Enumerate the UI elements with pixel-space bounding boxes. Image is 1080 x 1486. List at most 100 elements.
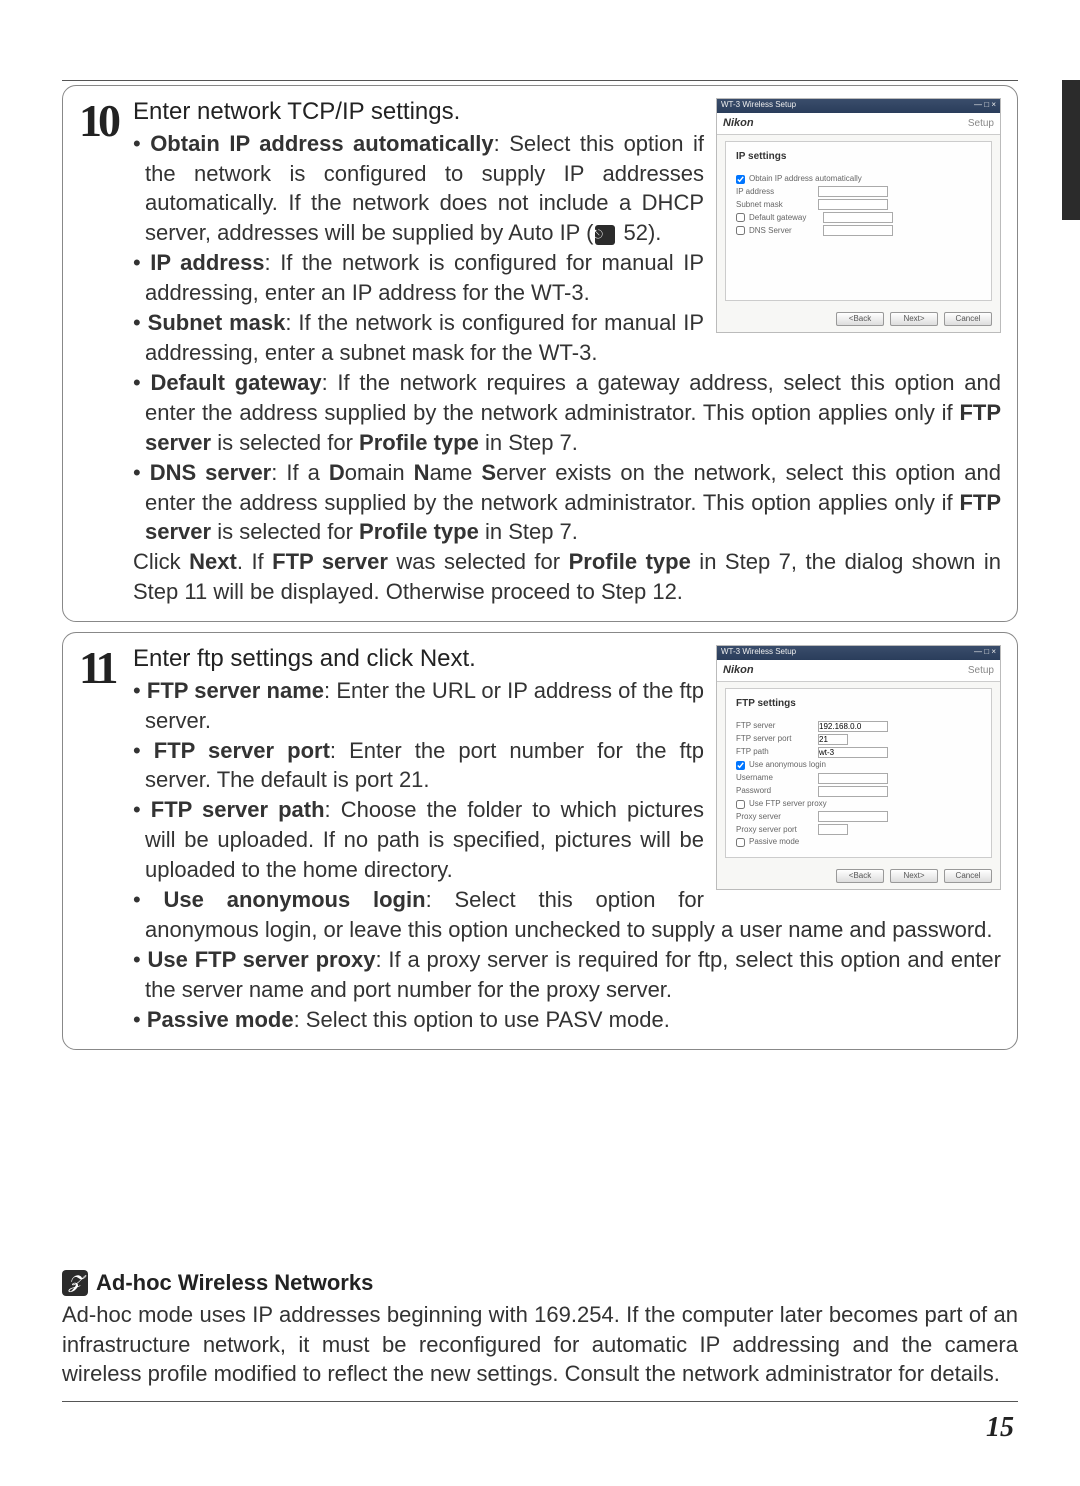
obtain-ip-label: Obtain IP address automatically (749, 174, 862, 185)
proxy-label-text: Use FTP server proxy (148, 947, 376, 972)
subnet-label-text: Subnet mask (148, 310, 286, 335)
dns-a: : If a (271, 460, 329, 485)
user-label: Username (736, 773, 818, 784)
step-11-lead-a: Enter ftp settings and click (133, 645, 420, 672)
manual-page: 10 WT-3 Wireless Setup — □ × Nikon Setup… (0, 0, 1080, 1474)
step-10-lead: Enter network TCP/IP settings. (133, 98, 460, 125)
dns-input[interactable] (823, 225, 893, 236)
passive-label-text: Passive mode (147, 1007, 294, 1032)
dialog-titlebar: WT-3 Wireless Setup — □ × (717, 99, 1000, 113)
dialog-titlebar: WT-3 Wireless Setup — □ × (717, 646, 1000, 660)
dns-c: ame (430, 460, 482, 485)
ftp-name-label: FTP server name (147, 678, 324, 703)
page-ref-icon: ⎋ (595, 225, 615, 245)
step-10-box: 10 WT-3 Wireless Setup — □ × Nikon Setup… (62, 85, 1018, 622)
after-d: FTP server (272, 549, 388, 574)
after-c: . If (237, 549, 272, 574)
user-input[interactable] (818, 773, 888, 784)
next-button[interactable]: Next> (890, 312, 938, 326)
ip-label-text: IP address (150, 250, 264, 275)
dns-label: DNS Server (749, 226, 823, 237)
note-heading-text: Ad-hoc Wireless Networks (96, 1270, 373, 1296)
pport-label: Proxy server port (736, 825, 818, 836)
cancel-button[interactable]: Cancel (944, 312, 992, 326)
step-11-body: WT-3 Wireless Setup — □ × Nikon Setup FT… (133, 643, 1001, 1035)
ftp-server-input[interactable] (818, 721, 888, 732)
subnet-label: Subnet mask (736, 200, 818, 211)
after-a: Click (133, 549, 189, 574)
dns-label-text: DNS server (150, 460, 272, 485)
step-11-lead-c: . (469, 645, 476, 672)
ftp-path-label-text: FTP server path (151, 797, 325, 822)
step-11-box: 11 WT-3 Wireless Setup — □ × Nikon Setup… (62, 632, 1018, 1050)
step-10-body: WT-3 Wireless Setup — □ × Nikon Setup IP… (133, 96, 1001, 607)
ftp-settings-dialog: WT-3 Wireless Setup — □ × Nikon Setup FT… (716, 645, 1001, 890)
note-icon: 𝓩 (62, 1270, 88, 1296)
pass-input[interactable] (818, 786, 888, 797)
back-button[interactable]: <Back (836, 312, 884, 326)
dialog-title: WT-3 Wireless Setup (721, 647, 796, 659)
dns-N: N (414, 460, 430, 485)
setup-label: Setup (968, 117, 994, 131)
window-controls: — □ × (974, 100, 996, 112)
passive-checkbox[interactable] (736, 838, 745, 847)
top-rule (62, 80, 1018, 81)
proxy-label: Use FTP server proxy (749, 799, 827, 810)
step-number-10: 10 (79, 96, 133, 144)
after-e: was selected for (388, 549, 569, 574)
gateway-label-text: Default gateway (150, 370, 321, 395)
dns-D: D (329, 460, 345, 485)
dialog-panel: FTP settings FTP server FTP server port … (725, 688, 992, 858)
after-b: Next (189, 549, 237, 574)
panel-heading: IP settings (736, 150, 981, 164)
ip-settings-dialog: WT-3 Wireless Setup — □ × Nikon Setup IP… (716, 98, 1001, 333)
brand-logo: Nikon (723, 116, 754, 131)
bullet-anon: Use anonymous login: Select this option … (133, 885, 1001, 945)
after-f: Profile type (569, 549, 691, 574)
dns-checkbox[interactable] (736, 226, 745, 235)
passive-text: : Select this option to use PASV mode. (294, 1007, 670, 1032)
window-controls: — □ × (974, 647, 996, 659)
pport-input[interactable] (818, 824, 848, 835)
dialog-title: WT-3 Wireless Setup (721, 100, 796, 112)
adhoc-note: 𝓩 Ad-hoc Wireless Networks Ad-hoc mode u… (62, 1270, 1018, 1390)
subnet-input[interactable] (818, 199, 888, 210)
brand-logo: Nikon (723, 663, 754, 678)
obtain-ip-checkbox[interactable] (736, 175, 745, 184)
gateway-b2: Profile type (359, 430, 479, 455)
gateway-checkbox[interactable] (736, 213, 745, 222)
ftp-port-input[interactable] (818, 734, 848, 745)
page-number: 15 (62, 1412, 1018, 1444)
obtain-label: Obtain IP address automatically (150, 131, 493, 156)
bullet-proxy: Use FTP server proxy: If a proxy server … (133, 945, 1001, 1005)
ftp-port-label: FTP server port (736, 734, 818, 745)
dns-S: S (481, 460, 496, 485)
back-button[interactable]: <Back (836, 869, 884, 883)
next-button[interactable]: Next> (890, 869, 938, 883)
proxy-checkbox[interactable] (736, 800, 745, 809)
bullet-gateway: Default gateway: If the network requires… (133, 368, 1001, 458)
bottom-rule (62, 1401, 1018, 1402)
panel-heading: FTP settings (736, 697, 981, 711)
ftp-path-label: FTP path (736, 747, 818, 758)
dialog-panel: IP settings Obtain IP address automatica… (725, 141, 992, 301)
pserver-input[interactable] (818, 811, 888, 822)
gateway-input[interactable] (823, 212, 893, 223)
passive-label: Passive mode (749, 837, 799, 848)
ftp-path-input[interactable] (818, 747, 888, 758)
dialog-brand-row: Nikon Setup (717, 660, 1000, 682)
pass-label: Password (736, 786, 818, 797)
ip-label: IP address (736, 187, 818, 198)
ftp-server-label: FTP server (736, 721, 818, 732)
pserver-label: Proxy server (736, 812, 818, 823)
gateway-label: Default gateway (749, 213, 823, 224)
gateway-mid: is selected for (211, 430, 359, 455)
cancel-button[interactable]: Cancel (944, 869, 992, 883)
ip-input[interactable] (818, 186, 888, 197)
setup-label: Setup (968, 664, 994, 678)
anon-checkbox[interactable] (736, 761, 745, 770)
step-11-lead-b: Next (420, 645, 469, 672)
dialog-brand-row: Nikon Setup (717, 113, 1000, 135)
bullet-dns: DNS server: If a Domain Name Server exis… (133, 458, 1001, 548)
dns-b: omain (345, 460, 414, 485)
